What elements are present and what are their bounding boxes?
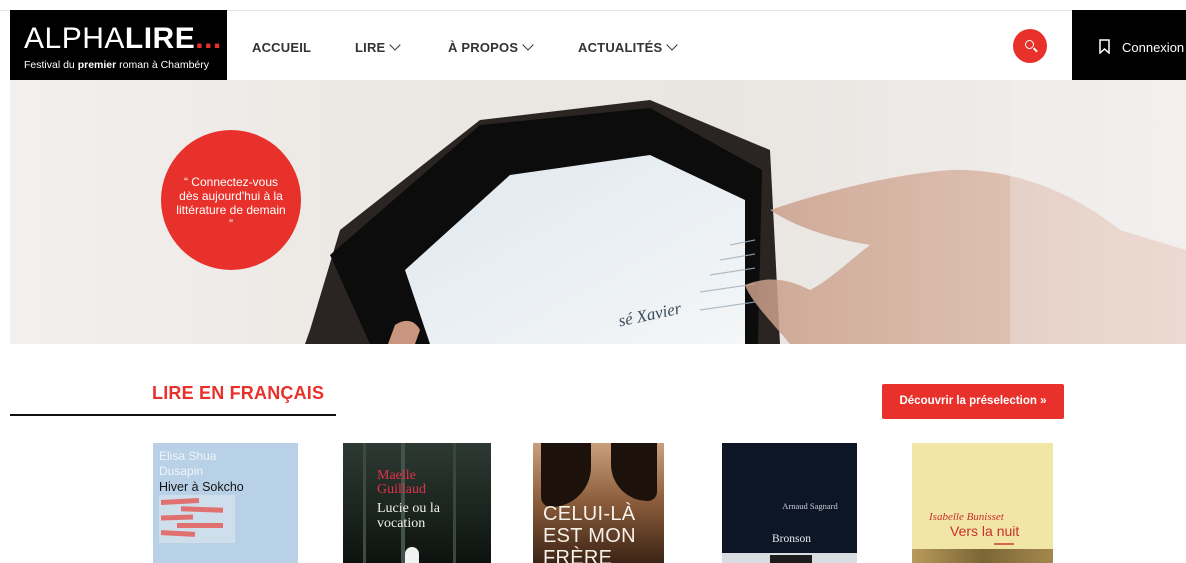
nav-label: LIRE: [355, 40, 386, 55]
book-cover-figure: [405, 547, 419, 563]
hero-quote-text: “ Connectez-vous dès aujourd'hui à la li…: [176, 175, 286, 231]
book-title: CELUI-LÀ EST MON FRÈRE: [543, 503, 636, 563]
logo-tagline: Festival du premier roman à Chambéry: [24, 59, 227, 71]
book-cover-art-panel: [159, 495, 235, 543]
book-author: Maelle Guillaud: [377, 468, 426, 497]
top-strip: [0, 0, 1186, 10]
book-title: Lucie ou la vocation: [377, 501, 440, 531]
bookmark-icon: [1099, 39, 1110, 54]
nav-item-actualites[interactable]: ACTUALITÉS: [578, 39, 679, 55]
book-cover-vers-la-nuit[interactable]: Isabelle Bunisset Vers la nuit: [912, 443, 1053, 563]
logo-tagline-suffix: roman à Chambéry: [116, 59, 210, 71]
nav-item-accueil[interactable]: ACCUEIL: [252, 40, 311, 55]
logo-wordmark: ALPHALIRE...: [24, 24, 227, 54]
book-cover-trees: [363, 443, 366, 563]
nav-item-lire[interactable]: LIRE: [355, 39, 402, 55]
nav-label: À PROPOS: [448, 40, 519, 55]
book-title: Vers la nuit: [950, 523, 1020, 539]
logo-dots: ...: [195, 22, 222, 55]
site-logo[interactable]: ALPHALIRE... Festival du premier roman à…: [10, 10, 227, 80]
book-cover-celui-la-est-mon-frere[interactable]: CELUI-LÀ EST MON FRÈRE: [533, 443, 664, 563]
book-author: Isabelle Bunisset: [929, 511, 1004, 523]
section-divider: [10, 414, 336, 416]
search-icon-handle: [1033, 47, 1038, 53]
chevron-down-icon: [522, 39, 534, 51]
logo-tagline-prefix: Festival du: [24, 59, 78, 71]
hero-quote-bubble: “ Connectez-vous dès aujourd'hui à la li…: [161, 130, 301, 270]
hero-banner: sé Xavier “ Connectez-vous dès aujourd'h…: [10, 80, 1186, 344]
book-author: Arnaud Sagnard: [782, 501, 838, 511]
book-cover-photo: [912, 549, 1053, 563]
connexion-button[interactable]: Connexion: [1072, 10, 1186, 80]
discover-preselection-button[interactable]: Découvrir la préselection »: [882, 384, 1064, 419]
nav-item-a-propos[interactable]: À PROPOS: [448, 39, 534, 55]
book-title: Hiver à Sokcho: [159, 480, 244, 494]
book-cover-hiver-a-sokcho[interactable]: Elisa Shua Dusapin Hiver à Sokcho: [153, 443, 298, 563]
book-cover-photo-dark: [770, 555, 812, 563]
book-title: Bronson: [772, 533, 811, 545]
logo-word-light: ALPHA: [24, 22, 125, 55]
nav-label: ACTUALITÉS: [578, 40, 663, 55]
connexion-label: Connexion: [1122, 40, 1185, 55]
book-cover-bronson[interactable]: Arnaud Sagnard Bronson: [722, 443, 857, 563]
chevron-down-icon: [389, 39, 402, 51]
book-cover-lucie-ou-la-vocation[interactable]: Maelle Guillaud Lucie ou la vocation: [343, 443, 491, 563]
logo-word-bold: LIRE: [124, 22, 196, 55]
chevron-down-icon: [666, 39, 679, 51]
section-title: LIRE EN FRANÇAIS: [152, 383, 325, 403]
book-author: Elisa Shua Dusapin: [159, 449, 217, 478]
logo-tagline-bold: premier: [77, 59, 117, 71]
nav-label: ACCUEIL: [252, 40, 312, 55]
search-button[interactable]: [1013, 29, 1047, 63]
book-cover-ornament: [994, 543, 1014, 545]
